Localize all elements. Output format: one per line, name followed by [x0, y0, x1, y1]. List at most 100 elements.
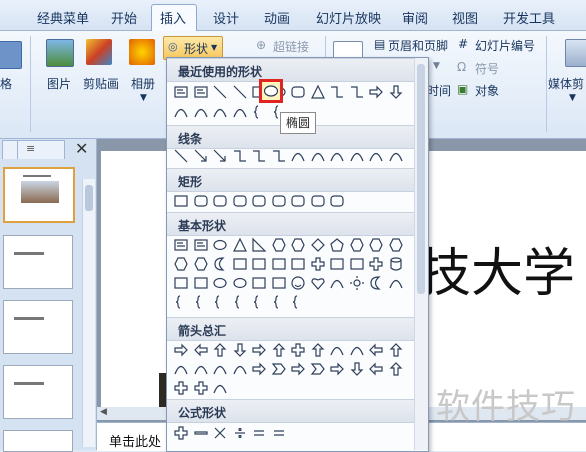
- object-icon[interactable]: ▣: [457, 82, 468, 96]
- shape-heart[interactable]: [310, 275, 326, 291]
- shape-brace[interactable]: [290, 294, 306, 310]
- shape-plus[interactable]: [173, 425, 189, 441]
- shape-curve[interactable]: [232, 361, 248, 377]
- shape-arrowR[interactable]: [290, 361, 306, 377]
- datetime-button-label[interactable]: 时间: [427, 82, 451, 99]
- shape-brace[interactable]: [212, 294, 228, 310]
- shape-arrowL[interactable]: [193, 342, 209, 358]
- shape-curve[interactable]: [232, 104, 248, 120]
- shape-line[interactable]: [173, 148, 189, 164]
- slide-title[interactable]: 技大学: [419, 231, 575, 306]
- shape-rect[interactable]: [349, 256, 365, 272]
- close-pane-icon[interactable]: ✕: [75, 139, 88, 158]
- tab-slideshow[interactable]: 幻灯片放映: [316, 8, 381, 27]
- clipart-button-label[interactable]: 剪贴画: [83, 75, 119, 92]
- scroll-left-icon[interactable]: ◀: [100, 407, 107, 417]
- shape-brace[interactable]: [232, 294, 248, 310]
- slide-number-button-label[interactable]: 幻灯片编号: [475, 37, 535, 54]
- shape-curve[interactable]: [173, 361, 189, 377]
- shape-arrowU[interactable]: [388, 361, 404, 377]
- shape-curve[interactable]: [193, 104, 209, 120]
- picture-button-label[interactable]: 图片: [47, 75, 71, 92]
- symbol-button-label[interactable]: 符号: [475, 60, 499, 77]
- shape-curve[interactable]: [388, 148, 404, 164]
- shape-line[interactable]: [232, 84, 248, 100]
- shape-arrowln[interactable]: [212, 148, 228, 164]
- photo-album-icon[interactable]: [129, 39, 155, 65]
- shape-curve[interactable]: [212, 380, 228, 396]
- shape-brace[interactable]: [271, 294, 287, 310]
- shape-hex[interactable]: [388, 237, 404, 253]
- shape-arrowD[interactable]: [388, 84, 404, 100]
- shape-cyl[interactable]: [388, 256, 404, 272]
- omega-icon[interactable]: Ω: [457, 60, 466, 74]
- shape-rtri[interactable]: [251, 237, 267, 253]
- tab-insert[interactable]: 插入: [160, 8, 186, 27]
- shape-chev[interactable]: [271, 361, 287, 377]
- slide-thumbnail-1[interactable]: [3, 167, 75, 223]
- slide-thumbnail-2[interactable]: [3, 235, 73, 289]
- picture-icon[interactable]: [46, 39, 74, 67]
- shape-diamond[interactable]: [310, 237, 326, 253]
- shape-oval[interactable]: [212, 237, 228, 253]
- shape-arrowR[interactable]: [173, 342, 189, 358]
- shape-text[interactable]: [193, 84, 209, 100]
- shape-hex[interactable]: [368, 237, 384, 253]
- album-dropdown-arrow[interactable]: ▼: [140, 93, 147, 103]
- shape-elbow[interactable]: [349, 84, 365, 100]
- notes-placeholder[interactable]: 单击此处: [109, 431, 161, 450]
- shape-rect[interactable]: [271, 275, 287, 291]
- shape-rect[interactable]: [251, 275, 267, 291]
- shape-curve[interactable]: [349, 342, 365, 358]
- object-button-label[interactable]: 对象: [475, 82, 499, 99]
- shape-arrowU[interactable]: [271, 342, 287, 358]
- hyperlink-icon[interactable]: ⊕: [256, 38, 266, 52]
- shape-text[interactable]: [173, 84, 189, 100]
- shape-arrowln[interactable]: [193, 148, 209, 164]
- shape-curve[interactable]: [329, 148, 345, 164]
- shape-rect[interactable]: [329, 256, 345, 272]
- shape-text[interactable]: [173, 237, 189, 253]
- shape-minus[interactable]: [193, 425, 209, 441]
- shape-hex[interactable]: [290, 237, 306, 253]
- media-clip-icon[interactable]: [565, 39, 586, 67]
- shape-eq[interactable]: [251, 425, 267, 441]
- clipart-icon[interactable]: [86, 39, 112, 65]
- shape-hex[interactable]: [173, 256, 189, 272]
- shape-arrowD[interactable]: [232, 342, 248, 358]
- shape-rrect[interactable]: [212, 193, 228, 209]
- shape-plus[interactable]: [193, 380, 209, 396]
- shape-rrect[interactable]: [251, 193, 267, 209]
- shape-plus[interactable]: [368, 256, 384, 272]
- shape-elbow[interactable]: [329, 84, 345, 100]
- wordart-dropdown-arrow[interactable]: ▼: [433, 61, 440, 71]
- shape-arrowR[interactable]: [329, 361, 345, 377]
- shape-curve[interactable]: [329, 275, 345, 291]
- shape-sun[interactable]: [349, 275, 365, 291]
- shape-rect[interactable]: [193, 275, 209, 291]
- shape-brace[interactable]: [251, 104, 267, 120]
- shape-curve[interactable]: [290, 148, 306, 164]
- shape-curve[interactable]: [329, 342, 345, 358]
- shape-rrect[interactable]: [290, 84, 306, 100]
- outline-tab[interactable]: ≡: [17, 140, 65, 159]
- shape-chev[interactable]: [310, 361, 326, 377]
- shape-brace[interactable]: [251, 294, 267, 310]
- shape-arrowU[interactable]: [310, 342, 326, 358]
- header-footer-button-label[interactable]: 页眉和页脚: [388, 37, 448, 54]
- shape-elbow[interactable]: [271, 148, 287, 164]
- slide-thumbnail-5[interactable]: [3, 430, 73, 452]
- slides-scrollbar[interactable]: [82, 179, 95, 447]
- shape-plus[interactable]: [310, 256, 326, 272]
- table-icon[interactable]: [0, 41, 22, 69]
- shape-arrowU[interactable]: [388, 342, 404, 358]
- shape-moon[interactable]: [212, 256, 228, 272]
- shape-oval[interactable]: [232, 275, 248, 291]
- tab-developer[interactable]: 开发工具: [503, 8, 555, 27]
- shape-pent[interactable]: [329, 237, 345, 253]
- header-footer-icon[interactable]: ▤: [374, 37, 385, 51]
- shape-rect[interactable]: [173, 193, 189, 209]
- shape-hex[interactable]: [349, 237, 365, 253]
- shape-rect[interactable]: [271, 256, 287, 272]
- shape-hex[interactable]: [271, 237, 287, 253]
